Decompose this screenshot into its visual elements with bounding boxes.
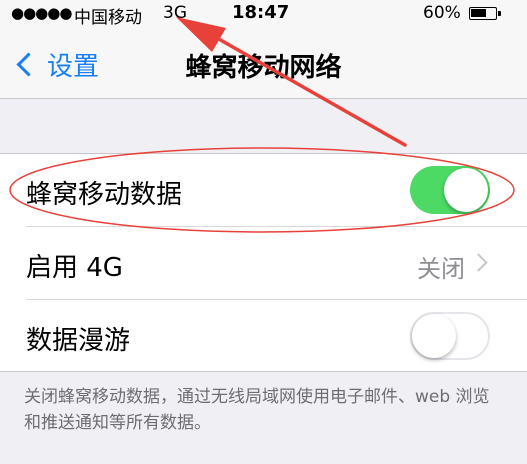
toggle-knob xyxy=(412,314,456,358)
signal-strength-icon: ●●●●● xyxy=(11,4,72,22)
row-cellular-data: 蜂窝移动数据 xyxy=(0,154,527,226)
settings-group: 蜂窝移动数据 启用 4G 关闭 数据漫游 xyxy=(0,153,527,372)
toggle-knob xyxy=(444,168,488,212)
enable-4g-value: 关闭 xyxy=(417,255,465,283)
data-roaming-label: 数据漫游 xyxy=(26,326,131,356)
status-time: 18:47 xyxy=(232,2,290,23)
cellular-data-label: 蜂窝移动数据 xyxy=(26,180,183,210)
battery-icon xyxy=(469,7,501,20)
network-type: 3G xyxy=(163,3,187,23)
navigation-bar: 设置 蜂窝移动网络 xyxy=(0,28,527,99)
page-title: 蜂窝移动网络 xyxy=(185,53,342,83)
row-enable-4g[interactable]: 启用 4G 关闭 xyxy=(0,227,527,299)
chevron-right-icon xyxy=(469,253,488,272)
footer-note: 关闭蜂窝移动数据，通过无线局域网使用电子邮件、web 浏览和推送通知等所有数据。 xyxy=(24,387,490,433)
battery-percent: 60% xyxy=(423,3,461,23)
cellular-data-toggle[interactable] xyxy=(410,166,490,214)
enable-4g-label: 启用 4G xyxy=(26,253,123,283)
row-data-roaming: 数据漫游 xyxy=(0,300,527,372)
status-bar: ●●●●● 中国移动 3G 18:47 60% xyxy=(0,0,527,28)
carrier-name: 中国移动 xyxy=(74,8,142,28)
data-roaming-toggle[interactable] xyxy=(410,312,490,360)
